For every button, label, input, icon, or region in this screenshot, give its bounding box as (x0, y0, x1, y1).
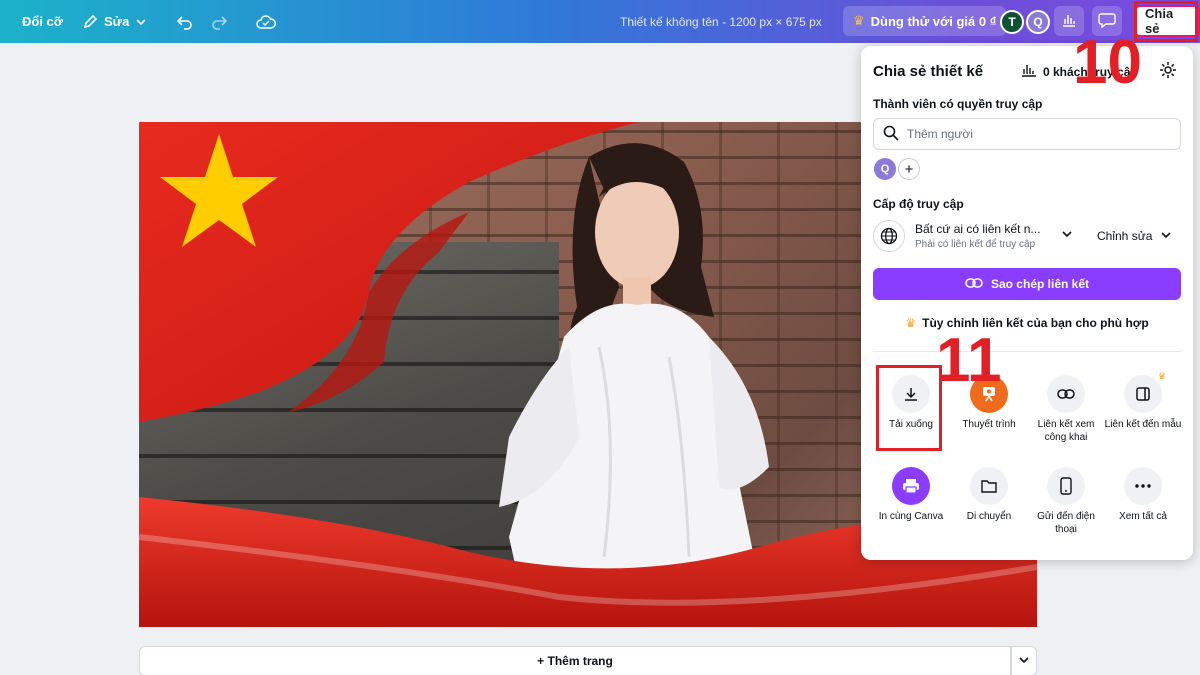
divider (873, 351, 1181, 352)
document-title[interactable]: Thiết kế không tên - 1200 px × 675 px (620, 0, 822, 43)
redo-icon (210, 13, 228, 31)
settings-button[interactable] (1159, 61, 1177, 84)
edit-label: Sửa (104, 14, 130, 29)
chevron-down-icon[interactable] (1061, 227, 1073, 245)
page-options-button[interactable] (1011, 646, 1037, 675)
folder-icon (970, 467, 1008, 505)
avatar: Q (1026, 10, 1050, 34)
avatar: T (1000, 10, 1024, 34)
resize-button[interactable]: Đổi cỡ (22, 0, 63, 43)
add-page-label: + Thêm trang (537, 654, 613, 668)
globe-icon (873, 220, 905, 252)
download-highlight (876, 365, 942, 451)
document-title-text: Thiết kế không tên - 1200 px × 675 px (620, 14, 822, 29)
add-people-placeholder: Thêm người (907, 127, 973, 141)
access-level-value: Bất cứ ai có liên kết n... (915, 222, 1041, 236)
move-label: Di chuyển (966, 511, 1012, 522)
resize-label: Đổi cỡ (22, 14, 64, 29)
cloud-save-button[interactable] (256, 0, 276, 43)
cloud-check-icon (256, 14, 276, 30)
role-select[interactable]: Chỉnh sửa (1097, 229, 1172, 244)
chevron-down-icon (1160, 229, 1172, 244)
step-number-11: 11 (936, 326, 1002, 395)
add-people-input[interactable]: Thêm người (873, 118, 1181, 150)
print-action[interactable]: In cùng Canva (872, 467, 950, 524)
chevron-down-icon (135, 16, 147, 28)
access-level-row: Bất cứ ai có liên kết n... Phải có liên … (873, 218, 1181, 254)
undo-button[interactable] (176, 0, 194, 43)
add-page-button[interactable]: + Thêm trang (139, 646, 1011, 675)
see-all-label: Xem tất cả (1119, 511, 1167, 522)
see-all-action[interactable]: Xem tất cả (1104, 467, 1182, 524)
access-heading: Cấp độ truy cập (873, 197, 964, 211)
access-level-select[interactable]: Bất cứ ai có liên kết n... Phải có liên … (915, 222, 1055, 250)
vietnam-flag-top (139, 122, 639, 422)
access-level-description: Phải có liên kết để truy cập (915, 239, 1036, 250)
gear-icon (1159, 62, 1177, 83)
edit-button[interactable]: Sửa (82, 0, 147, 43)
member-list: Q + (874, 158, 920, 180)
top-toolbar: Đổi cỡ Sửa Thiết kế không tên - 1200 px … (0, 0, 1200, 43)
plus-icon: + (904, 160, 914, 178)
add-member-button[interactable]: + (898, 158, 920, 180)
chevron-down-icon (1019, 652, 1029, 670)
template-link-action[interactable]: ♛ Liên kết đến mẫu (1104, 371, 1182, 432)
avatar[interactable]: Q (874, 158, 896, 180)
collaborator-avatars[interactable]: T Q (1000, 9, 1050, 35)
public-view-link-label: Liên kết xem công khai (1037, 419, 1095, 443)
send-to-phone-action[interactable]: Gửi đến điện thoại (1027, 467, 1105, 536)
copy-link-label: Sao chép liên kết (990, 277, 1090, 291)
crown-icon: ♛ (853, 13, 865, 28)
step-number-10: 10 (1073, 28, 1142, 97)
redo-button[interactable] (210, 0, 228, 43)
link-icon (965, 277, 983, 292)
crown-icon: ♛ (1157, 371, 1166, 381)
pencil-icon (82, 14, 98, 30)
undo-icon (176, 13, 194, 31)
print-label: In cùng Canva (878, 511, 944, 522)
share-button-highlight (1134, 1, 1198, 42)
members-heading: Thành viên có quyền truy cập (873, 97, 1043, 111)
panel-title: Chia sẻ thiết kế (873, 63, 984, 80)
template-icon: ♛ (1124, 371, 1166, 413)
trial-button[interactable]: ♛ Dùng thử với giá 0 ₫ (843, 6, 1007, 36)
role-value: Chỉnh sửa (1097, 229, 1153, 243)
bar-chart-icon (1021, 63, 1037, 80)
copy-link-button[interactable]: Sao chép liên kết (873, 268, 1181, 300)
search-icon (883, 125, 899, 144)
crown-icon: ♛ (905, 316, 917, 330)
trial-label: Dùng thử với giá 0 ₫ (870, 13, 997, 29)
more-icon (1124, 467, 1162, 505)
share-design-panel: Chia sẻ thiết kế 0 khách truy cập Thành … (861, 46, 1193, 560)
move-action[interactable]: Di chuyển (950, 467, 1028, 524)
template-link-label: Liên kết đến mẫu (1104, 419, 1182, 430)
print-icon (892, 467, 930, 505)
send-to-phone-label: Gửi đến điện thoại (1037, 511, 1095, 535)
phone-icon (1047, 467, 1085, 505)
present-label: Thuyết trình (962, 419, 1016, 430)
link-icon (1047, 375, 1085, 413)
customize-link[interactable]: ♛ Tùy chỉnh liên kết của bạn cho phù hợp (873, 316, 1181, 330)
public-view-link-action[interactable]: Liên kết xem công khai (1027, 375, 1105, 444)
